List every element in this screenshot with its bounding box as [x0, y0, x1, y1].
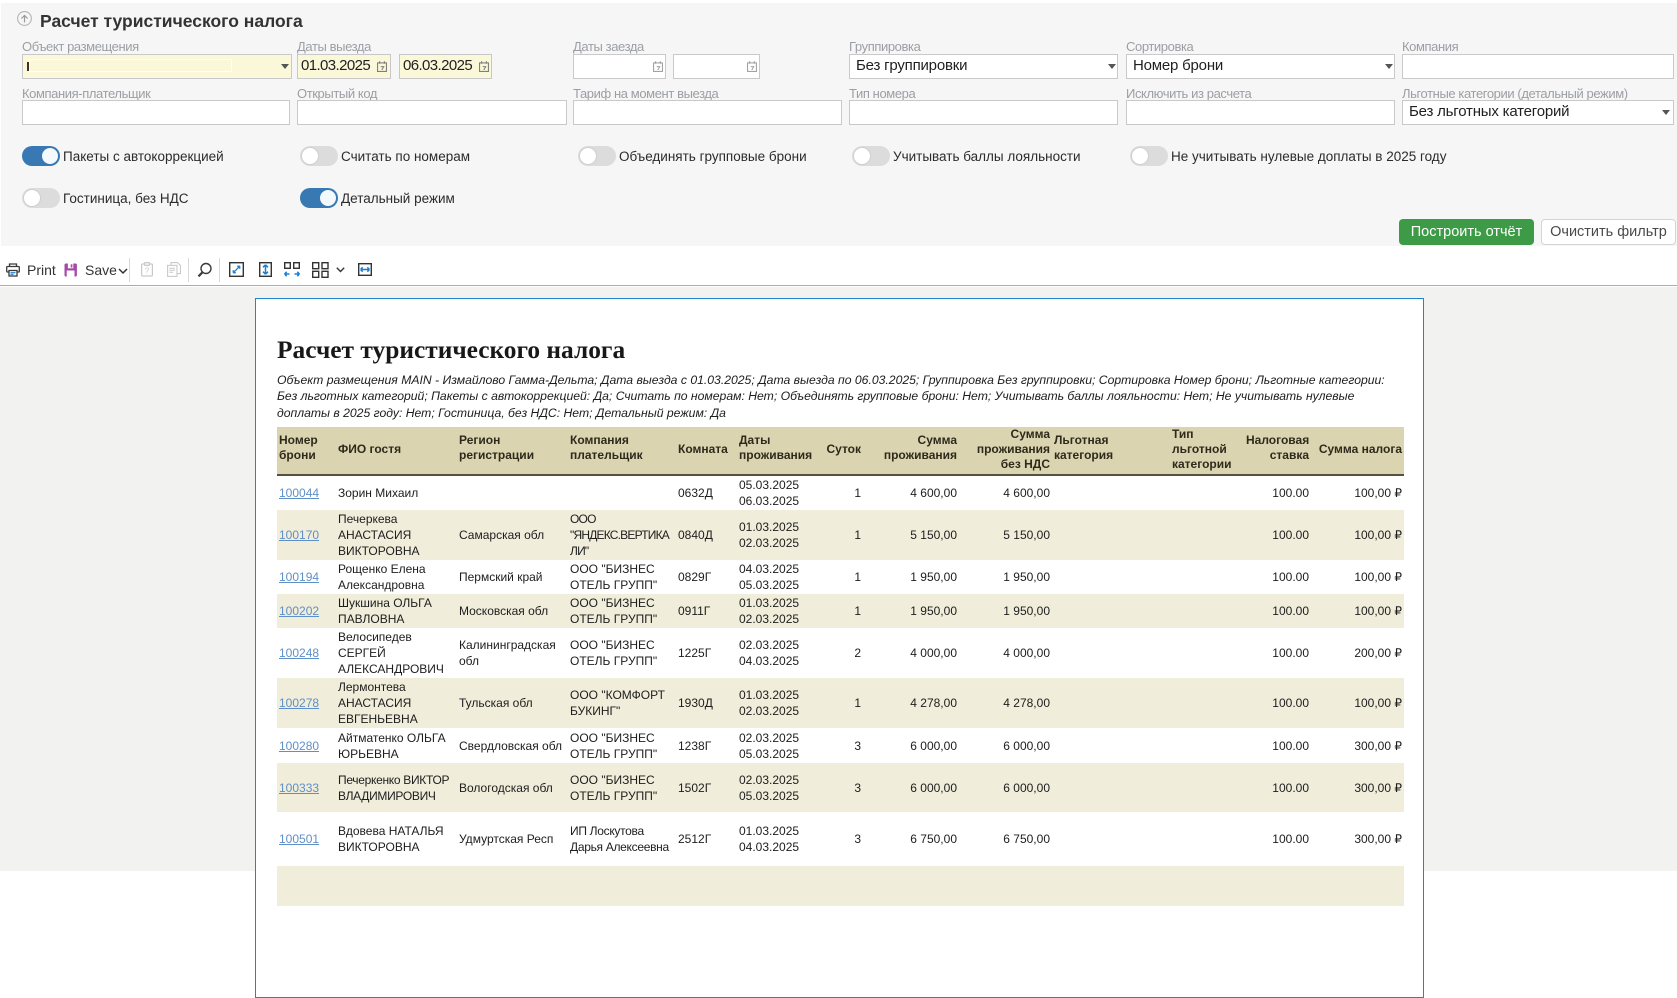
svg-text:?: ?	[145, 267, 150, 276]
